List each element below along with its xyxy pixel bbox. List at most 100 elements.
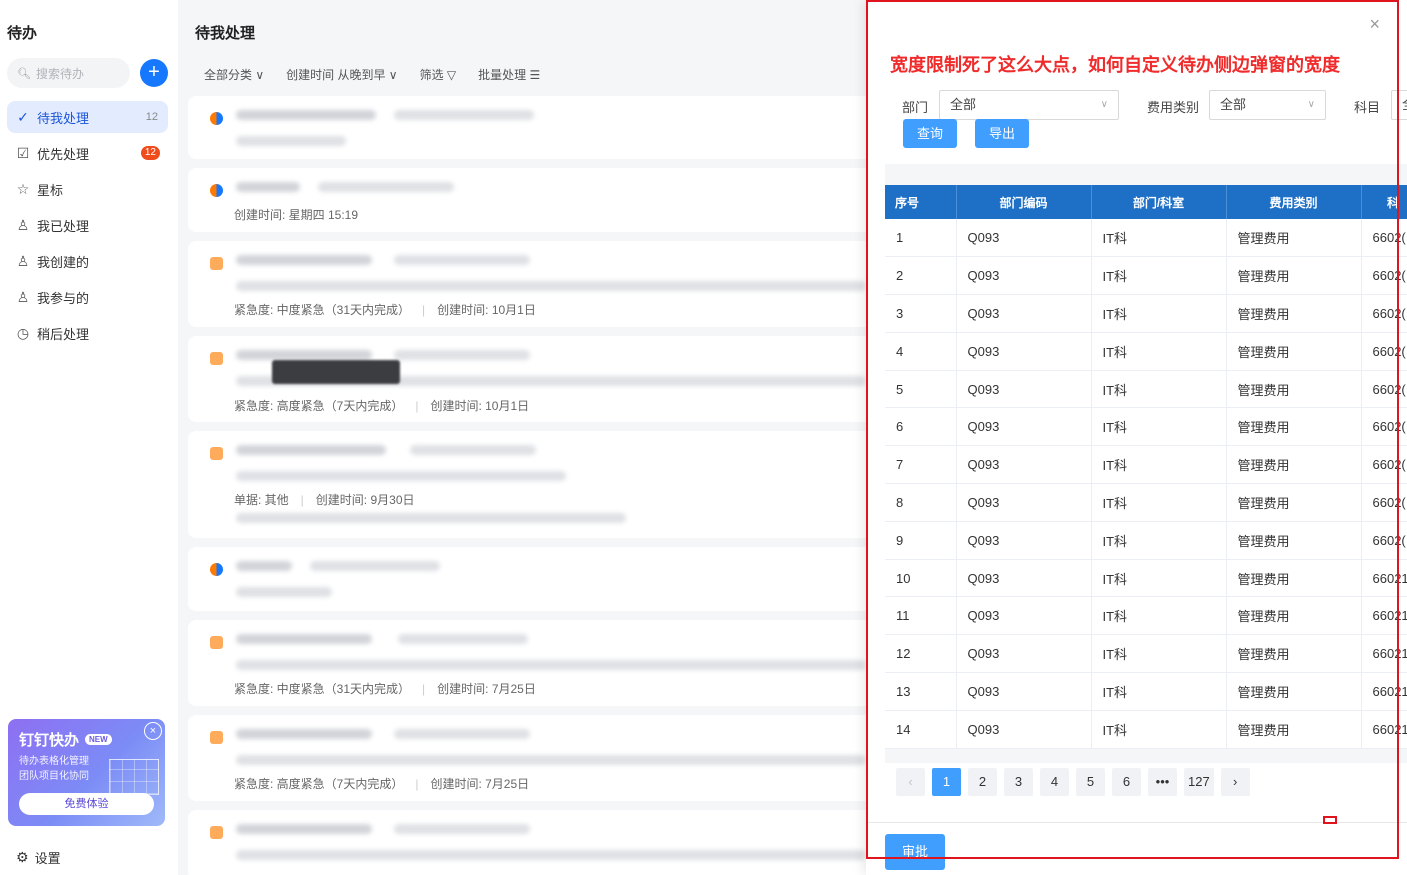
table-cell: 6602( [1361,370,1407,409]
list-item[interactable] [188,96,878,159]
fee-select[interactable]: 全部 ∨ [1209,90,1326,120]
list-item[interactable]: 紧急度: 高度紧急（7天内完成） | 创建时间: 7月25日 [188,715,878,801]
more-pages-button[interactable]: ••• [1148,767,1177,796]
sidebar-item-pending[interactable]: ✓ 待我处理 12 [7,101,168,133]
page-button[interactable]: 2 [968,767,997,796]
page-button[interactable]: 1 [932,767,961,796]
subject-select-value: 全 [1402,97,1407,112]
meta-urgency: 紧急度: 中度紧急（31天内完成） [234,682,411,696]
app-icon [210,731,223,744]
blurred-tag [410,445,536,455]
blurred-title [236,445,386,455]
fee-select-value: 全部 [1220,97,1247,112]
table-row[interactable]: 6 Q093 IT科 管理费用 6602( [885,407,1407,447]
sidebar-item-participated[interactable]: ♙ 我参与的 [7,281,168,313]
filter-bar: 全部分类 ∨ 创建时间 从晚到早 ∨ 筛选 ▽ 批量处理 ☰ [204,66,562,83]
add-todo-button[interactable]: + [140,59,168,87]
list-item[interactable]: 创建时间: 星期四 15:19 [188,168,878,232]
promo-title-text: 钉钉快办 [19,732,80,749]
blurred-tag [394,729,530,739]
dept-select-value: 全部 [950,97,977,112]
sidebar-item-later[interactable]: ◷ 稍后处理 [7,317,168,349]
table-row[interactable]: 2 Q093 IT科 管理费用 6602( [885,256,1407,296]
column-header: 序号 [885,185,957,219]
settings-button[interactable]: ⚙ 设置 [16,848,61,867]
item-meta: 单据: 其他 | 创建时间: 9月30日 [234,493,415,507]
close-icon[interactable]: × [1369,14,1380,35]
page-title: 待我处理 [195,25,256,42]
table-row[interactable]: 4 Q093 IT科 管理费用 6602( [885,332,1407,371]
meta-doc: 单据: 其他 [234,493,289,507]
table-row[interactable]: 14 Q093 IT科 管理费用 66021 [885,710,1407,749]
sidebar-item-label: 星标 [37,182,64,198]
table-row[interactable]: 7 Q093 IT科 管理费用 6602( [885,445,1407,485]
sidebar-item-created[interactable]: ♙ 我创建的 [7,245,168,277]
meta-urgency: 紧急度: 中度紧急（31天内完成） [234,303,411,317]
table-cell: 66021 [1361,596,1407,636]
table-row[interactable]: 1 Q093 IT科 管理费用 6602( [885,219,1407,258]
table-cell: 1 [885,219,957,258]
blurred-title [236,729,372,739]
list-item[interactable]: 紧急度: 中度紧急（31天内完成） | 创建时间: 10月1日 [188,241,878,327]
blurred-tag [394,824,530,834]
page-button[interactable]: 6 [1112,767,1141,796]
table-row[interactable]: 8 Q093 IT科 管理费用 6602( [885,483,1407,522]
sort-filter[interactable]: 创建时间 从晚到早 ∨ [286,66,397,83]
table-cell: 66021 [1361,710,1407,749]
list-item[interactable]: 紧急度: 中度紧急（31天内完成） | 创建时间: 7月25日 [188,620,878,706]
promo-card[interactable]: 钉钉快办 NEW 待办表格化管理 团队项目化协同 × 免费体验 [8,719,165,826]
table-header-row: 序号 部门编码 部门/科室 费用类别 科 [885,185,1407,219]
table-row[interactable]: 9 Q093 IT科 管理费用 6602( [885,521,1407,560]
free-trial-button[interactable]: 免费体验 [19,793,154,815]
table-row[interactable]: 12 Q093 IT科 管理费用 66021 [885,634,1407,674]
table-cell: Q093 [956,521,1092,560]
list-item[interactable] [188,547,878,611]
batch-button[interactable]: 批量处理 ☰ [478,66,540,83]
page-button[interactable]: 4 [1040,767,1069,796]
table-cell: 12 [885,634,957,674]
side-drawer: × 宽度限制死了这么大点，如何自定义待办侧边弹窗的宽度 部门 全部 ∨ 费用类别… [866,0,1407,875]
blurred-title [236,350,372,360]
table-row[interactable]: 11 Q093 IT科 管理费用 66021 [885,596,1407,636]
table-cell: IT科 [1091,521,1227,560]
table-cell: 7 [885,445,957,485]
table-cell: 管理费用 [1226,710,1362,749]
sidebar-item-label: 稍后处理 [37,326,90,342]
search-input[interactable]: 🔍︎ 搜索待办 [7,58,130,88]
close-icon[interactable]: × [144,722,162,740]
sidebar-item-priority[interactable]: ☑ 优先处理 12 [7,137,168,169]
page-button[interactable]: 3 [1004,767,1033,796]
app-icon [210,636,223,649]
fee-label: 费用类别 [1147,100,1200,115]
blurred-title [236,255,372,265]
table-row[interactable]: 3 Q093 IT科 管理费用 6602( [885,294,1407,333]
table-row[interactable]: 10 Q093 IT科 管理费用 66021 [885,559,1407,598]
filter-button[interactable]: 筛选 ▽ [420,66,457,83]
blurred-title [236,182,300,192]
export-button[interactable]: 导出 [975,119,1029,148]
column-header: 部门/科室 [1091,185,1227,219]
next-page-button[interactable]: › [1220,767,1250,796]
category-filter[interactable]: 全部分类 ∨ [204,66,264,83]
meta-created: 创建时间: 9月30日 [315,493,415,507]
table-row[interactable]: 13 Q093 IT科 管理费用 66021 [885,672,1407,711]
page-button[interactable]: 5 [1076,767,1105,796]
approve-button[interactable]: 审批 [885,834,945,870]
query-button[interactable]: 查询 [903,119,957,148]
table-cell: IT科 [1091,596,1227,636]
sidebar-item-label: 我创建的 [37,254,90,270]
page-button[interactable]: 127 [1184,767,1214,796]
table-cell: 6602( [1361,294,1407,333]
sidebar-item-starred[interactable]: ☆ 星标 [7,173,168,205]
tooltip-overlay [272,360,400,384]
table-row[interactable]: 5 Q093 IT科 管理费用 6602( [885,370,1407,409]
table-cell: 管理费用 [1226,256,1362,296]
pagination: ‹ 1 2 3 4 5 6 ••• 127 › [885,763,1407,800]
sidebar-item-done[interactable]: ♙ 我已处理 [7,209,168,241]
list-item[interactable] [188,810,878,875]
list-item[interactable]: 单据: 其他 | 创建时间: 9月30日 [188,431,878,538]
subject-select[interactable]: 全 [1391,90,1407,120]
dept-select[interactable]: 全部 ∨ [939,90,1119,120]
prev-page-button[interactable]: ‹ [896,767,925,796]
app-icon [210,447,223,460]
